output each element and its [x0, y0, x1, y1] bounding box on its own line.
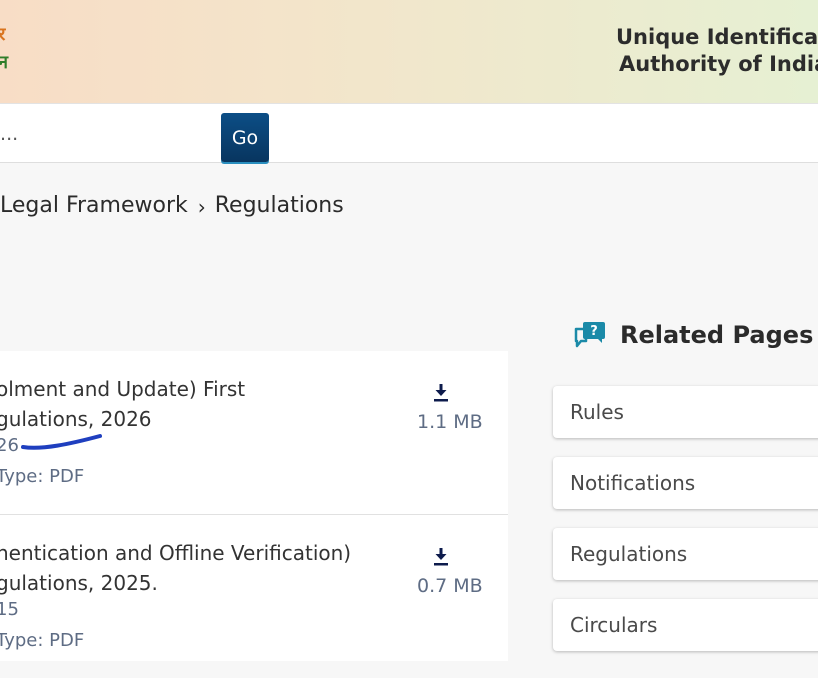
document-title[interactable]: olment and Update) First gulations, 2026 — [0, 374, 245, 434]
file-size: 0.7 MB — [417, 575, 483, 597]
go-button[interactable]: Go — [221, 113, 269, 162]
hindi-logo-text-bottom: न — [0, 52, 8, 73]
question-chat-icon: ? — [574, 322, 605, 348]
related-page-circulars[interactable]: Circulars — [553, 599, 818, 651]
document-title-line1: nentication and Offline Verification) — [0, 541, 352, 565]
document-title[interactable]: nentication and Offline Verification) gu… — [0, 538, 351, 598]
search-bar: Go — [0, 104, 818, 163]
hindi-logo-text-top: र — [0, 24, 6, 45]
org-name-line1: Unique Identificati — [616, 25, 818, 49]
search-input[interactable] — [0, 116, 220, 152]
documents-list: olment and Update) First gulations, 2026… — [0, 351, 508, 661]
related-page-label: Notifications — [570, 471, 696, 495]
file-size: 1.1 MB — [417, 411, 483, 433]
related-page-regulations[interactable]: Regulations — [553, 528, 818, 580]
list-item[interactable]: nentication and Offline Verification) gu… — [0, 514, 508, 678]
related-page-label: Regulations — [570, 542, 688, 566]
breadcrumb-item-regulations: Regulations — [214, 193, 344, 218]
related-page-rules[interactable]: Rules — [553, 386, 818, 438]
chevron-right-icon: › — [197, 195, 206, 219]
organization-name[interactable]: Unique Identificati Authority of India — [616, 24, 818, 78]
related-page-notifications[interactable]: Notifications — [553, 457, 818, 509]
document-title-line2: gulations, 2025. — [0, 571, 158, 595]
document-date: 15 — [0, 599, 19, 620]
related-page-label: Rules — [570, 400, 624, 424]
underline-annotation — [21, 434, 102, 450]
related-pages-title: Related Pages — [620, 321, 814, 349]
related-pages-header: ? Related Pages — [572, 320, 813, 350]
breadcrumb-item-legal-framework[interactable]: Legal Framework — [0, 193, 188, 218]
download-icon[interactable] — [430, 381, 452, 403]
document-type: Type: PDF — [0, 630, 85, 651]
org-name-line2: Authority of India — [619, 52, 818, 76]
document-title-line1: olment and Update) First — [0, 377, 246, 401]
document-date: 26 — [0, 435, 19, 456]
document-type: Type: PDF — [0, 466, 85, 487]
breadcrumb: Legal Framework › Regulations — [0, 193, 344, 219]
site-header: र न Unique Identificati Authority of Ind… — [0, 0, 818, 104]
download-icon[interactable] — [430, 545, 452, 567]
svg-text:?: ? — [590, 324, 598, 339]
related-page-label: Circulars — [570, 613, 658, 637]
